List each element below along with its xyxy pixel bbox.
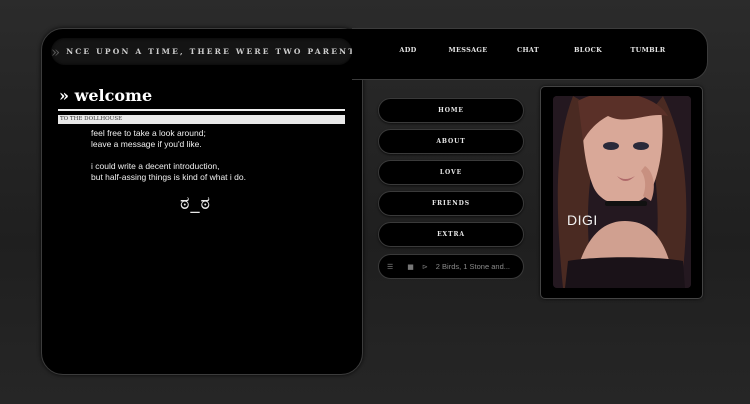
music-player: ☰ ■ ⊳ 2 Birds, 1 Stone and... bbox=[378, 254, 524, 279]
sidebar-home-button[interactable]: HOME bbox=[378, 98, 524, 123]
welcome-subtitle: TO THE DOLLHOUSE bbox=[58, 115, 345, 124]
marquee-arrow-icon: » bbox=[51, 42, 61, 61]
portrait-image bbox=[553, 96, 691, 288]
nav-chat-link[interactable]: CHAT bbox=[517, 46, 539, 54]
nav-add-link[interactable]: ADD bbox=[399, 46, 416, 54]
intro-text: feel free to take a look around; leave a… bbox=[91, 128, 341, 183]
intro-line: but half-assing things is kind of what i… bbox=[91, 172, 246, 182]
sidebar-extra-button[interactable]: EXTRA bbox=[378, 222, 524, 247]
portrait-caption: DIGI bbox=[567, 212, 598, 228]
welcome-title: » welcome bbox=[59, 86, 153, 105]
sidebar-about-button[interactable]: ABOUT bbox=[378, 129, 524, 154]
stop-icon[interactable]: ■ bbox=[407, 263, 414, 271]
intro-line: leave a message if you'd like. bbox=[91, 139, 202, 149]
intro-line: feel free to take a look around; bbox=[91, 128, 206, 138]
nav-tumblr-link[interactable]: TUMBLR bbox=[631, 46, 666, 54]
marquee-text: nce upon a time, there were two parents,… bbox=[66, 47, 352, 56]
playlist-menu-icon[interactable]: ☰ bbox=[387, 263, 393, 271]
marquee-bar: » nce upon a time, there were two parent… bbox=[51, 38, 352, 65]
intro-line: i could write a decent introduction, bbox=[91, 161, 220, 171]
track-title: 2 Birds, 1 Stone and... bbox=[435, 262, 510, 271]
sidebar-friends-button[interactable]: FRIENDS bbox=[378, 191, 524, 216]
emoticon-face: ಠ_ಠ bbox=[180, 193, 212, 214]
title-divider bbox=[58, 109, 345, 111]
nav-message-link[interactable]: MESSAGE bbox=[448, 46, 487, 54]
nav-block-link[interactable]: BLOCK bbox=[574, 46, 602, 54]
portrait-illustration bbox=[553, 96, 691, 288]
next-track-icon[interactable]: ⊳ bbox=[422, 263, 428, 271]
top-nav: ADD MESSAGE CHAT BLOCK TUMBLR bbox=[380, 46, 680, 58]
sidebar-love-button[interactable]: LOVE bbox=[378, 160, 524, 185]
